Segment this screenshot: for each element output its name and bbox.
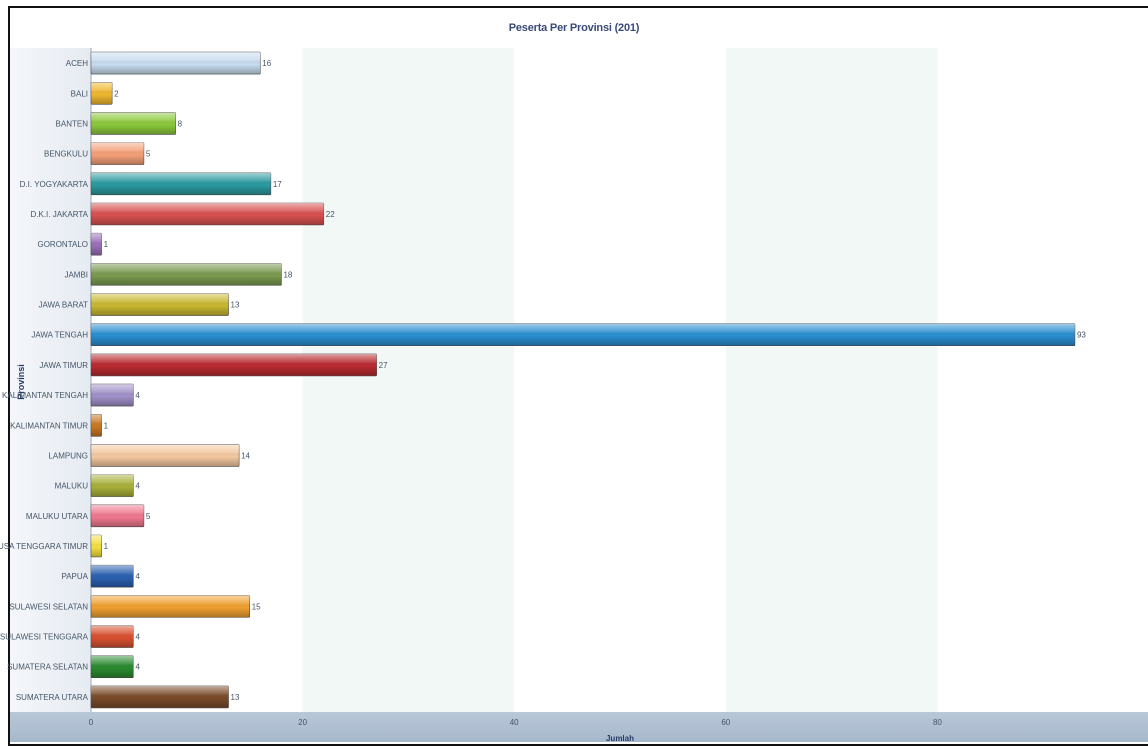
bar-gloss [91, 52, 261, 75]
category-label: BALI [71, 89, 88, 98]
bar-gloss [91, 414, 102, 437]
x-tick-label: 40 [510, 718, 519, 727]
category-label: JAWA TENGAH [31, 331, 88, 340]
bar-gloss [91, 233, 102, 256]
value-label: 4 [135, 572, 140, 581]
bar-gloss [91, 535, 102, 557]
bar-gloss [91, 142, 144, 165]
category-label: BANTEN [56, 119, 89, 128]
category-label: SULAWESI SELATAN [9, 602, 88, 611]
bar-gloss [91, 203, 324, 225]
category-label: NUSA TENGGARA TIMUR [0, 542, 88, 551]
bar-gloss [91, 293, 229, 316]
bar-gloss [91, 625, 134, 648]
value-label: 8 [178, 119, 183, 128]
value-label: 17 [273, 180, 282, 189]
value-label: 4 [135, 633, 140, 642]
category-label: D.I. YOGYAKARTA [20, 180, 89, 189]
bar-gloss [91, 323, 1075, 346]
bar-gloss [91, 353, 377, 376]
bar-gloss [91, 655, 134, 678]
bar-gloss [91, 384, 134, 407]
category-label: MALUKU UTARA [26, 512, 89, 521]
bar-gloss [91, 172, 271, 195]
y-axis-title-wrap: Provinsi [6, 355, 36, 415]
value-label: 4 [135, 482, 140, 491]
bar-gloss [91, 112, 176, 135]
value-label: 27 [379, 361, 388, 370]
value-label: 1 [104, 421, 109, 430]
bar-gloss [91, 474, 134, 497]
grid-band [514, 48, 726, 712]
category-label: SULAWESI TENGGARA [0, 633, 89, 642]
category-label: JAWA BARAT [39, 301, 89, 310]
bar-gloss [91, 595, 250, 618]
value-label: 5 [146, 150, 151, 159]
value-label: 5 [146, 512, 151, 521]
x-tick-label: 60 [721, 718, 730, 727]
grid-band [302, 48, 515, 712]
value-label: 93 [1077, 331, 1086, 340]
x-tick-label: 0 [89, 718, 94, 727]
category-label: SUMATERA UTARA [16, 693, 89, 702]
category-label: JAWA TIMUR [39, 361, 88, 370]
grid-band [937, 48, 1146, 712]
category-label: GORONTALO [37, 240, 88, 249]
value-label: 1 [104, 240, 109, 249]
bar-chart: ACEH 16 BALI 2 BANTEN 8 BENGKULU 5 D.I. YOGYAKAR… [0, 48, 1148, 742]
value-label: 4 [135, 663, 140, 672]
x-tick-label: 20 [298, 718, 307, 727]
value-label: 15 [252, 602, 261, 611]
category-label: KALIMANTAN TIMUR [10, 421, 88, 430]
bar-gloss [91, 685, 229, 708]
category-label: D.K.I. JAKARTA [31, 210, 89, 219]
y-axis-title: Provinsi [16, 364, 26, 400]
value-label: 2 [114, 89, 119, 98]
value-label: 18 [283, 270, 292, 279]
bar-gloss [91, 82, 113, 105]
value-label: 16 [262, 59, 271, 68]
value-label: 13 [231, 301, 240, 310]
grid-band [725, 48, 938, 712]
category-label: PAPUA [61, 572, 88, 581]
bar-gloss [91, 565, 134, 588]
value-label: 13 [231, 693, 240, 702]
x-tick-label: 80 [933, 718, 942, 727]
category-label: MALUKU [55, 482, 89, 491]
category-label: BENGKULU [44, 150, 88, 159]
bar-gloss [91, 504, 144, 527]
value-label: 4 [135, 391, 140, 400]
category-label: LAMPUNG [48, 451, 88, 460]
value-label: 22 [326, 210, 335, 219]
category-label: ACEH [66, 59, 88, 68]
bar-gloss [91, 444, 240, 467]
value-label: 1 [104, 542, 109, 551]
bar-gloss [91, 263, 282, 286]
category-label: SUMATERA SELATAN [7, 663, 88, 672]
value-label: 14 [241, 451, 250, 460]
category-label: JAMBI [64, 270, 88, 279]
